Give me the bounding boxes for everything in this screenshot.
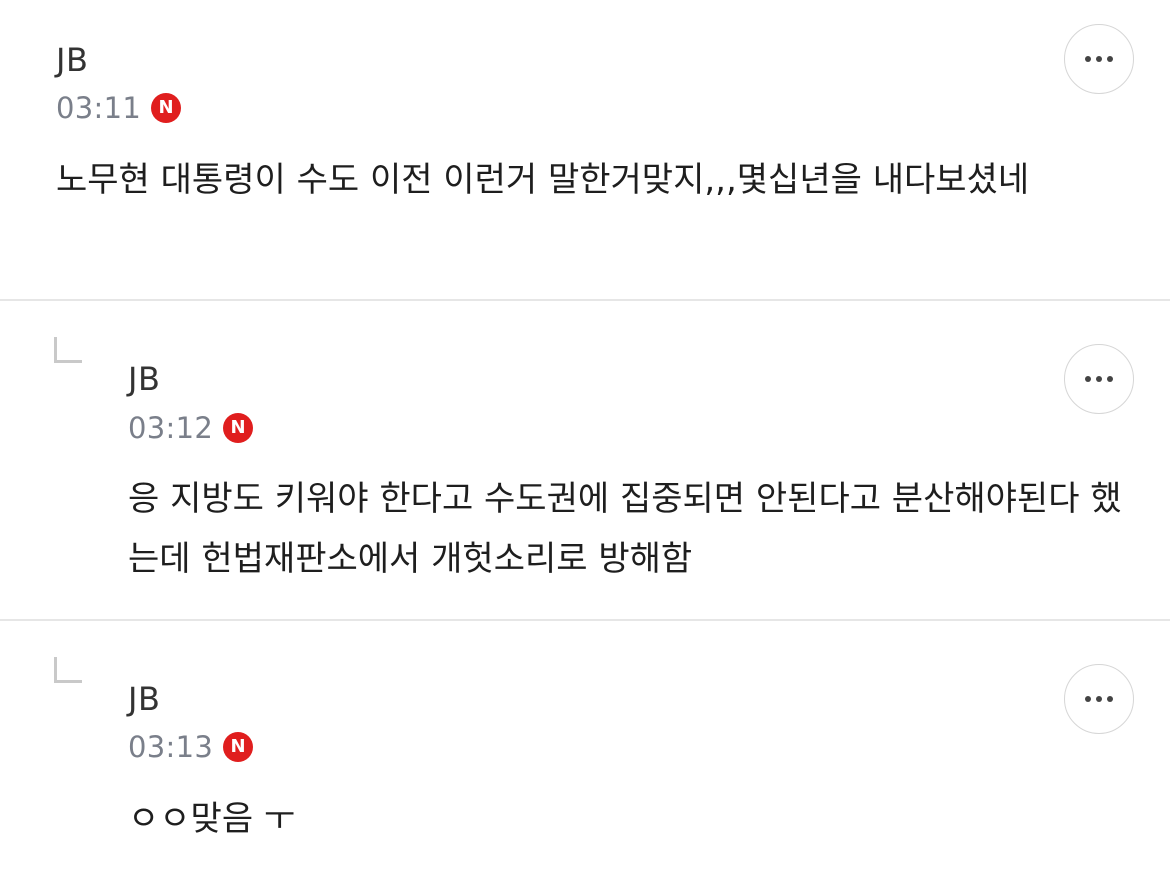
more-options-button[interactable] (1064, 24, 1134, 94)
comment-text: 응 지방도 키워야 한다고 수도권에 집중되면 안된다고 분산해야된다 했는데 … (128, 479, 1122, 579)
reply-arrow-icon (54, 337, 82, 363)
comment-time: 03:13 (128, 730, 214, 764)
more-horizontal-icon (1085, 696, 1113, 702)
comment-author[interactable]: JB (128, 679, 160, 719)
comment-time: 03:11 (56, 91, 142, 125)
new-badge-label: N (158, 97, 174, 118)
comment-meta: 03:12 N (128, 408, 254, 448)
new-badge-label: N (230, 417, 246, 438)
reply-arrow-icon (54, 657, 82, 683)
comment-author[interactable]: JB (56, 40, 88, 80)
comment-time: 03:12 (128, 411, 214, 445)
reply-comment-item: JB 03:13 N ㅇㅇ맞음 ㅜ (0, 621, 1170, 878)
more-horizontal-icon (1085, 376, 1113, 382)
comment-item: JB 03:11 N 노무현 대통령이 수도 이전 이런거 말한거맞지,,,몇십… (0, 0, 1170, 299)
comment-meta: 03:13 N (128, 727, 254, 767)
new-badge-icon: N (223, 413, 254, 443)
comment-meta: 03:11 N (56, 88, 182, 128)
more-options-button[interactable] (1064, 344, 1134, 414)
new-badge-icon: N (151, 93, 182, 123)
new-badge-label: N (230, 736, 246, 757)
more-horizontal-icon (1085, 56, 1113, 62)
comment-text: ㅇㅇ맞음 ㅜ (128, 799, 296, 839)
new-badge-icon: N (223, 732, 254, 762)
reply-comment-item: JB 03:12 N 응 지방도 키워야 한다고 수도권에 집중되면 안된다고 … (0, 301, 1170, 619)
comment-author[interactable]: JB (128, 359, 160, 399)
comment-text: 노무현 대통령이 수도 이전 이런거 말한거맞지,,,몇십년을 내다보셨네 (56, 160, 1030, 200)
more-options-button[interactable] (1064, 664, 1134, 734)
